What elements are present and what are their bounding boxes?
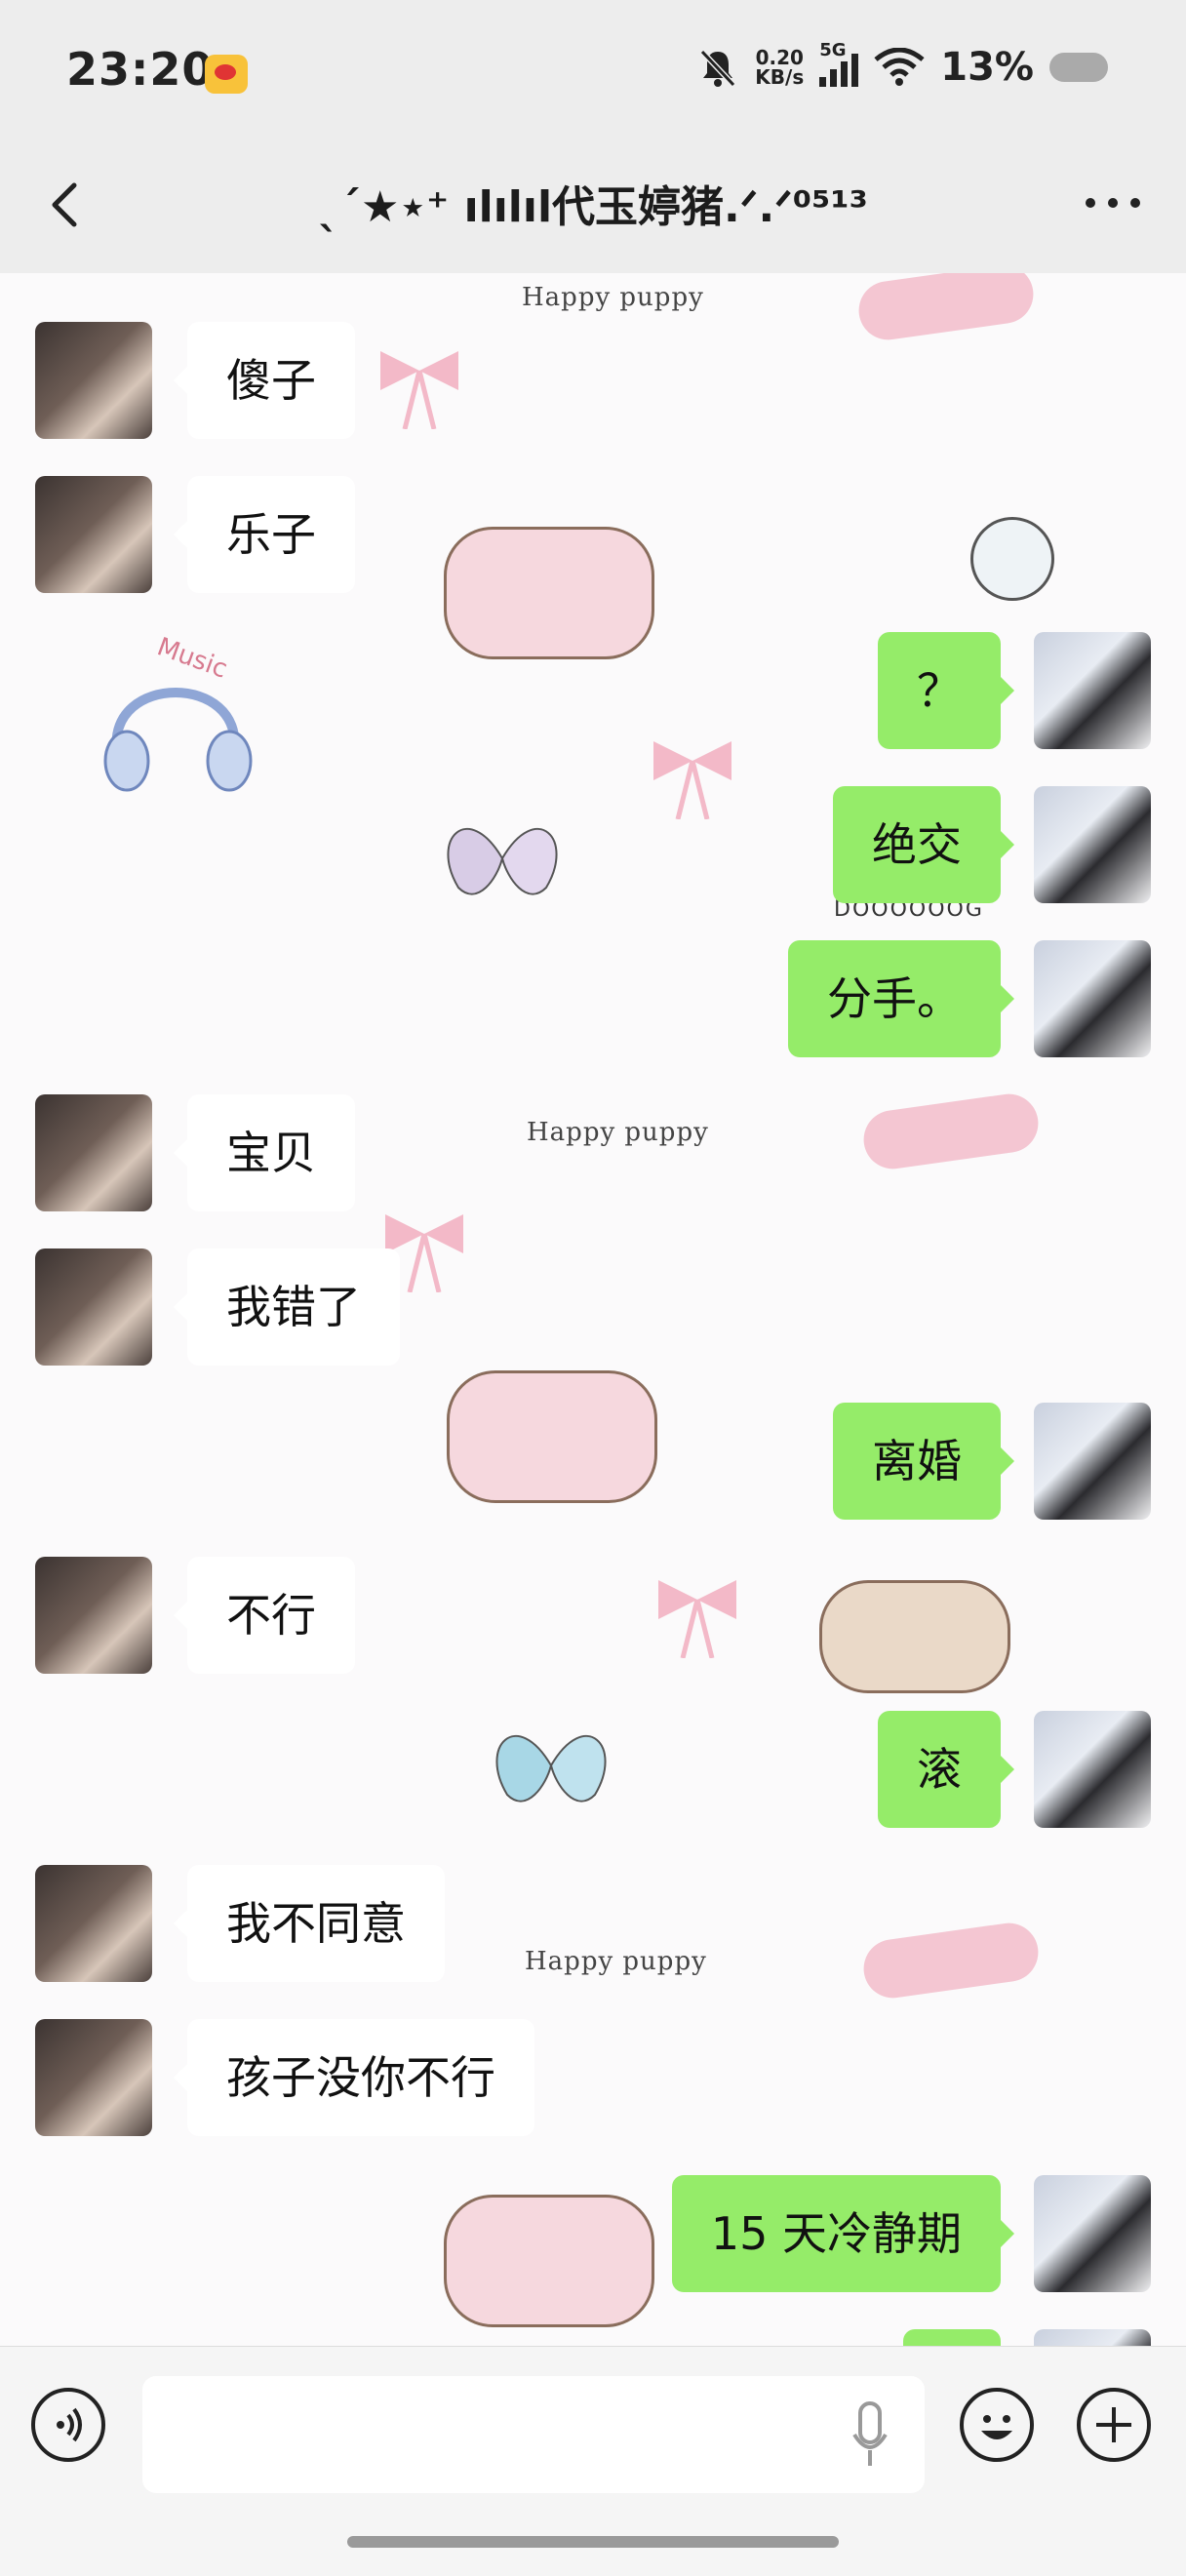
network-speed: 0.20 KB/s	[755, 48, 804, 87]
wallpaper-text: Happy puppy	[522, 283, 704, 312]
voice-icon[interactable]	[31, 2388, 105, 2462]
message-row: 傻子	[0, 322, 1186, 439]
message-row: ？	[0, 632, 1186, 749]
message-bubble-incoming[interactable]: 傻子	[174, 322, 355, 439]
status-icons: 0.20 KB/s 5G 13%	[696, 40, 1108, 90]
chat-header: ˎˊ★⋆⁺ ılılıl代玉婷猪.ᐟ.ᐟ⁰⁵¹³	[0, 146, 1186, 273]
contact-avatar[interactable]	[35, 322, 152, 439]
message-bubble-outgoing[interactable]: 离婚	[833, 1403, 1014, 1520]
contact-avatar[interactable]	[35, 476, 152, 593]
plus-sign-icon	[1096, 2407, 1131, 2442]
message-bubble-outgoing[interactable]	[903, 2329, 1001, 2346]
mic-icon[interactable]	[850, 2401, 890, 2470]
message-bubble-incoming[interactable]: 不行	[174, 1557, 355, 1674]
message-bubble-outgoing[interactable]: 分手。	[788, 940, 1014, 1057]
my-avatar[interactable]	[1034, 1403, 1151, 1520]
message-bubble-outgoing[interactable]: ？	[878, 632, 1014, 749]
message-bubble-incoming[interactable]: 乐子	[174, 476, 355, 593]
contact-avatar[interactable]	[35, 1865, 152, 1982]
message-bubble-incoming[interactable]: 孩子没你不行	[174, 2019, 534, 2136]
battery-percent: 13%	[940, 45, 1034, 90]
wifi-icon	[874, 48, 925, 86]
contact-avatar[interactable]	[35, 1094, 152, 1211]
my-avatar[interactable]	[1034, 940, 1151, 1057]
emoji-icon[interactable]	[960, 2388, 1034, 2462]
my-avatar[interactable]	[1034, 2175, 1151, 2292]
message-bubble-incoming[interactable]: 我错了	[174, 1248, 400, 1366]
message-row: 我错了	[0, 1248, 1186, 1366]
battery-icon	[1049, 53, 1108, 82]
chat-title: ˎˊ★⋆⁺ ılılıl代玉婷猪.ᐟ.ᐟ⁰⁵¹³	[318, 182, 868, 232]
my-avatar[interactable]	[1034, 786, 1151, 903]
status-time: 23:20	[66, 43, 215, 96]
message-row: 分手。	[0, 940, 1186, 1057]
home-indicator[interactable]	[347, 2536, 839, 2548]
message-bubble-outgoing[interactable]: 绝交	[833, 786, 1014, 903]
contact-avatar[interactable]	[35, 1248, 152, 1366]
weibo-icon	[205, 55, 248, 94]
contact-avatar[interactable]	[35, 1557, 152, 1674]
message-row: 孩子没你不行	[0, 2019, 1186, 2136]
message-input[interactable]	[142, 2376, 925, 2493]
network-type: 5G	[819, 40, 847, 60]
message-row: 不行	[0, 1557, 1186, 1674]
smile-icon	[981, 2415, 1012, 2439]
message-row: 我不同意	[0, 1865, 1186, 1982]
message-bubble-outgoing[interactable]: 15 天冷静期	[671, 2175, 1015, 2292]
message-bubble-incoming[interactable]: 宝贝	[174, 1094, 355, 1211]
status-bar: 23:20 0.20 KB/s 5G 13%	[0, 0, 1186, 146]
message-row: 绝交	[0, 786, 1186, 903]
speed-value: 0.20	[755, 46, 804, 69]
chat-area[interactable]: Happy puppy Happy puppy Happy puppy Musi…	[0, 273, 1186, 2346]
message-bubble-outgoing[interactable]: 滚	[878, 1711, 1014, 1828]
message-row: 滚	[0, 1711, 1186, 1828]
speed-unit: KB/s	[755, 65, 805, 89]
mute-bell-icon	[700, 49, 736, 88]
message-row-partial	[0, 2329, 1186, 2346]
my-avatar[interactable]	[1034, 2329, 1151, 2346]
message-row: 15 天冷静期	[0, 2175, 1186, 2292]
voice-waves-icon	[57, 2407, 82, 2442]
message-bubble-incoming[interactable]: 我不同意	[174, 1865, 445, 1982]
more-options-icon[interactable]	[1079, 183, 1147, 222]
my-avatar[interactable]	[1034, 1711, 1151, 1828]
message-row: 乐子	[0, 476, 1186, 593]
contact-avatar[interactable]	[35, 2019, 152, 2136]
signal-icon: 5G	[819, 40, 859, 87]
my-avatar[interactable]	[1034, 632, 1151, 749]
message-row: 宝贝	[0, 1094, 1186, 1211]
plus-icon[interactable]	[1077, 2388, 1151, 2462]
message-row: 离婚	[0, 1403, 1186, 1520]
